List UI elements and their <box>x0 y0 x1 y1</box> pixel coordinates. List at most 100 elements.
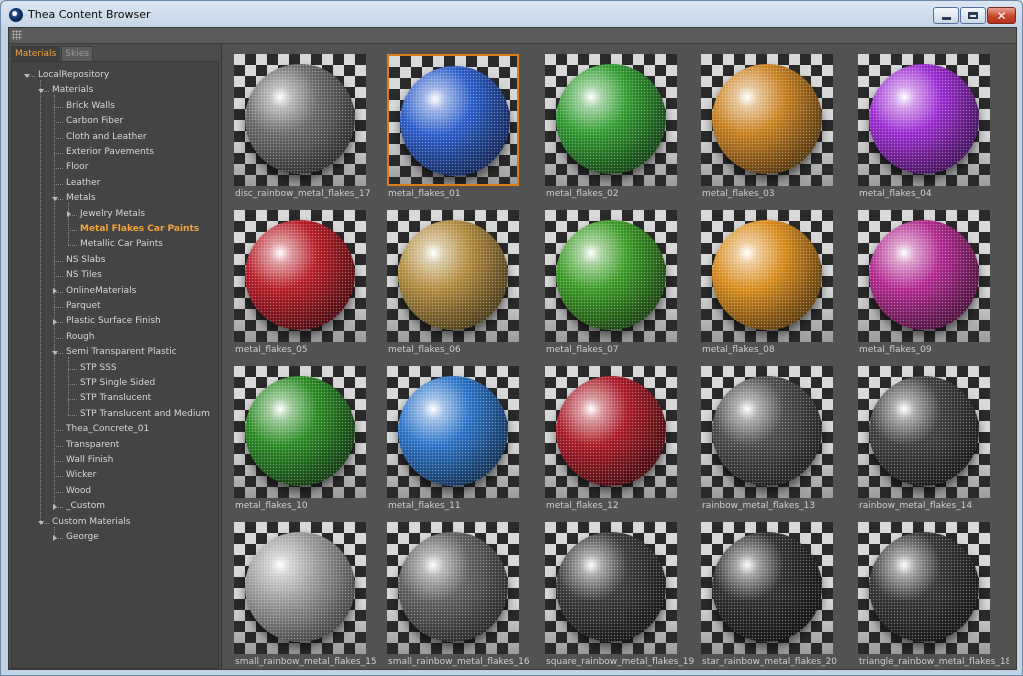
tree-item[interactable]: STP Translucent and Medium <box>80 407 210 422</box>
tree-connector <box>68 357 69 415</box>
tree-connector <box>54 491 63 493</box>
tree-item[interactable]: Floor <box>66 160 88 175</box>
material-name-label: metal_flakes_06 <box>388 345 461 355</box>
material-thumbnail[interactable] <box>701 366 833 498</box>
minimize-button[interactable] <box>933 7 959 24</box>
tree-item[interactable]: Wicker <box>66 468 96 483</box>
expanded-arrow-icon[interactable] <box>38 89 44 94</box>
tree-item[interactable]: Materials <box>52 83 93 98</box>
tree-item[interactable]: Jewelry Metals <box>80 207 145 222</box>
tree-item[interactable]: Rough <box>66 330 94 345</box>
collapsed-arrow-icon[interactable] <box>53 534 57 541</box>
tree-connector <box>54 337 63 339</box>
material-thumbnail[interactable] <box>234 54 366 186</box>
tree-item[interactable]: Wall Finish <box>66 453 113 468</box>
tree-item[interactable]: Metal Flakes Car Paints <box>80 222 199 237</box>
material-name-label: metal_flakes_12 <box>546 501 619 511</box>
material-thumbnail[interactable] <box>858 522 990 654</box>
expanded-arrow-icon[interactable] <box>52 197 58 202</box>
material-thumbnail[interactable] <box>387 522 519 654</box>
material-preview-sphere <box>712 64 822 174</box>
material-preview-sphere <box>398 532 508 642</box>
tree-item[interactable]: STP Single Sided <box>80 376 155 391</box>
title-bar[interactable]: Thea Content Browser ✕ <box>1 1 1022 29</box>
tree-item[interactable]: Parquet <box>66 299 101 314</box>
collapsed-arrow-icon[interactable] <box>53 503 57 510</box>
material-thumbnail[interactable] <box>234 366 366 498</box>
tree-connector <box>68 399 77 401</box>
tree-item[interactable]: George <box>66 530 99 545</box>
minimize-icon <box>941 17 951 20</box>
material-thumbnail[interactable] <box>701 54 833 186</box>
material-thumbnail[interactable] <box>858 210 990 342</box>
tree-connector <box>54 153 63 154</box>
material-name-label: star_rainbow_metal_flakes_20 <box>702 657 838 667</box>
material-preview-sphere <box>556 532 666 642</box>
collapsed-arrow-icon[interactable] <box>53 318 57 325</box>
tree-item[interactable]: Carbon Fiber <box>66 114 123 129</box>
tree-item[interactable]: Metals <box>66 191 96 206</box>
maximize-button[interactable] <box>960 7 986 24</box>
material-name-label: metal_flakes_10 <box>235 501 308 511</box>
window-title: Thea Content Browser <box>28 8 151 21</box>
tree-item[interactable]: Brick Walls <box>66 99 115 114</box>
tree-item[interactable]: NS Tiles <box>66 268 102 283</box>
expanded-arrow-icon[interactable] <box>52 351 58 356</box>
material-preview-sphere <box>712 376 822 486</box>
material-thumbnail[interactable] <box>858 54 990 186</box>
material-thumbnail[interactable] <box>234 210 366 342</box>
close-button[interactable]: ✕ <box>987 7 1016 24</box>
collapsed-arrow-icon[interactable] <box>67 211 71 218</box>
material-thumbnail[interactable] <box>701 522 833 654</box>
tree-item[interactable]: Wood <box>66 484 91 499</box>
tree-item[interactable]: LocalRepository <box>38 68 109 83</box>
tree-item[interactable]: Semi Transparent Plastic <box>66 345 177 360</box>
tree-item[interactable]: Metallic Car Paints <box>80 237 163 252</box>
material-name-label: metal_flakes_01 <box>388 189 461 199</box>
thea-app-icon <box>9 8 23 22</box>
material-thumbnail[interactable] <box>545 522 677 654</box>
material-thumbnail[interactable] <box>701 210 833 342</box>
tree-item[interactable]: Thea_Concrete_01 <box>66 422 149 437</box>
tree-item[interactable]: Cloth and Leather <box>66 130 147 145</box>
tree-item[interactable]: Transparent <box>66 438 119 453</box>
material-thumbnail[interactable] <box>387 210 519 342</box>
tab-materials[interactable]: Materials <box>11 46 61 62</box>
panel-tabs: Materials Skies <box>11 46 94 62</box>
tab-skies[interactable]: Skies <box>61 46 93 62</box>
material-preview-sphere <box>869 64 979 174</box>
tree-item[interactable]: Leather <box>66 176 100 191</box>
material-thumbnail[interactable] <box>545 366 677 498</box>
tree-connector <box>40 80 41 523</box>
material-name-label: metal_flakes_08 <box>702 345 775 355</box>
tree-connector <box>54 307 63 308</box>
material-preview-sphere <box>556 376 666 486</box>
material-name-label: triangle_rainbow_metal_flakes_18 <box>859 657 1009 667</box>
tree-item[interactable]: OnlineMaterials <box>66 284 136 299</box>
tree-connector <box>54 106 63 108</box>
tree-item[interactable]: NS Slabs <box>66 253 105 268</box>
expanded-arrow-icon[interactable] <box>38 520 44 525</box>
expanded-arrow-icon[interactable] <box>24 74 30 78</box>
material-thumbnail[interactable] <box>545 210 677 342</box>
material-preview-sphere <box>712 220 822 330</box>
tree-item[interactable]: STP SSS <box>80 361 117 376</box>
tree-item[interactable]: STP Translucent <box>80 391 151 406</box>
tree-item[interactable]: Custom Materials <box>52 515 131 530</box>
material-thumbnail[interactable] <box>387 366 519 498</box>
left-panel: Materials Skies LocalRepository Materials… <box>9 44 222 669</box>
tree-item[interactable]: _Custom <box>66 499 105 514</box>
material-preview-sphere <box>556 220 666 330</box>
material-name-label: metal_flakes_03 <box>702 189 775 199</box>
material-name-label: metal_flakes_09 <box>859 345 932 355</box>
collapsed-arrow-icon[interactable] <box>53 288 57 295</box>
material-preview-sphere <box>245 64 355 174</box>
material-name-label: metal_flakes_07 <box>546 345 619 355</box>
material-thumbnail[interactable] <box>234 522 366 654</box>
tree-item[interactable]: Plastic Surface Finish <box>66 314 161 329</box>
material-thumbnail[interactable] <box>387 54 519 186</box>
toolbar-grip-icon[interactable] <box>12 30 22 40</box>
material-thumbnail[interactable] <box>858 366 990 498</box>
tree-item[interactable]: Exterior Pavements <box>66 145 154 160</box>
material-thumbnail[interactable] <box>545 54 677 186</box>
